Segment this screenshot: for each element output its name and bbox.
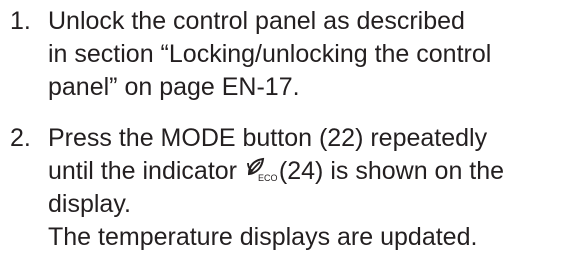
step-text: Press the MODE button (22) repeatedly un…: [48, 122, 573, 254]
step-text-fragment: until the indicator: [48, 157, 238, 185]
step-number: 1.: [10, 7, 31, 35]
step-result-text: The temperature displays are updated.: [48, 223, 478, 251]
manual-page: 1. Unlock the control panel as described…: [0, 0, 579, 254]
step-number: 2.: [10, 124, 31, 152]
step-text-line: display.: [48, 190, 131, 218]
step-text: Unlock the control panel as described in…: [48, 5, 573, 104]
step-text-line: until the indicator ECO (24) is shown on…: [48, 155, 573, 188]
step-text-line: Unlock the control panel as described: [48, 7, 465, 35]
step-text-line: Press the MODE button (22) repeatedly: [48, 124, 488, 152]
step-text-line: panel” on page EN-17.: [48, 73, 300, 101]
step-text-fragment: (24) is shown on the: [278, 157, 505, 185]
eco-label: ECO: [257, 173, 278, 183]
step-text-line: in section “Locking/unlocking the contro…: [48, 40, 492, 68]
eco-leaf-icon: ECO: [246, 157, 277, 185]
